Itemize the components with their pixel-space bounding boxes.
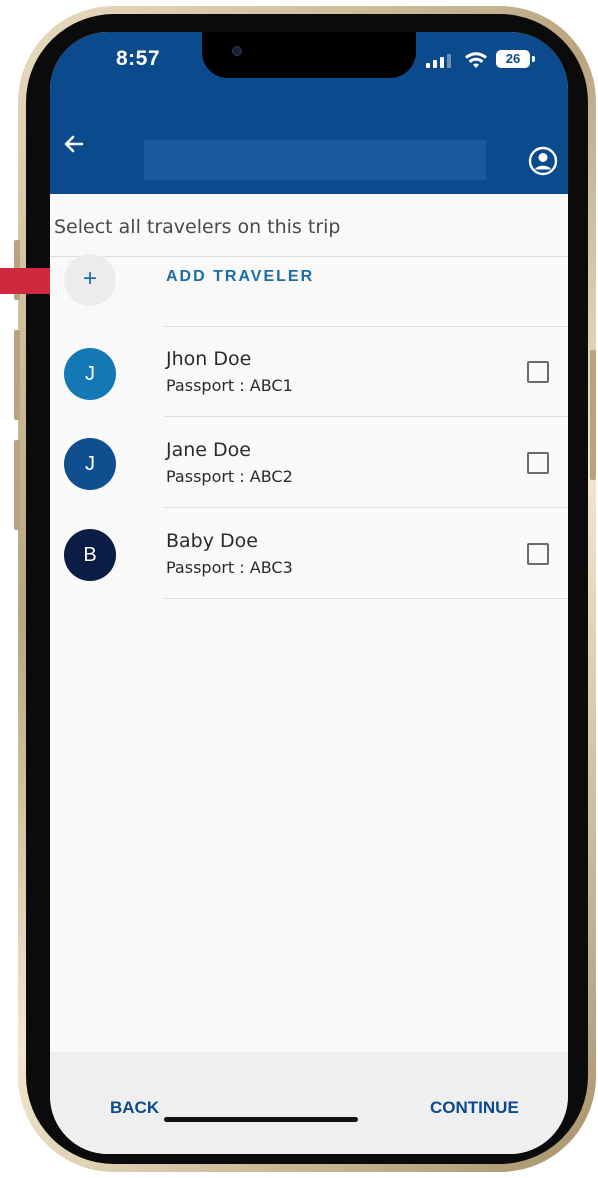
traveler-name: Baby Doe [166,530,258,552]
back-arrow-icon[interactable] [60,130,88,158]
instruction-text: Select all travelers on this trip [54,216,341,238]
divider [164,326,568,327]
traveler-passport: Passport : ABC2 [166,467,293,486]
status-time: 8:57 [116,47,161,70]
avatar: J [64,348,116,400]
traveler-name: Jane Doe [166,439,251,461]
divider [164,598,568,599]
bottom-action-bar: BACK CONTINUE [50,1052,568,1154]
continue-button[interactable]: CONTINUE [430,1098,519,1118]
status-bar: 8:57 26 [50,32,568,114]
traveler-checkbox[interactable] [527,543,549,565]
camera-icon [232,46,242,56]
wifi-icon [465,52,487,68]
cellular-signal-icon [426,54,456,68]
traveler-passport: Passport : ABC1 [166,376,293,395]
add-traveler-button[interactable]: ADD TRAVELER [166,268,314,286]
power-button [590,350,596,480]
divider [50,256,568,257]
avatar: J [64,438,116,490]
account-icon[interactable] [528,146,558,176]
app-bar-title [144,140,486,180]
app-bar [50,114,568,194]
volume-up-button [14,330,20,420]
divider [164,416,568,417]
divider [164,507,568,508]
traveler-name: Jhon Doe [166,348,252,370]
traveler-checkbox[interactable] [527,361,549,383]
traveler-passport: Passport : ABC3 [166,558,293,577]
avatar: B [64,529,116,581]
add-traveler-icon[interactable]: + [64,254,116,306]
app-screen: 8:57 26 Select all travelers on this tri… [50,32,568,1154]
home-indicator [164,1117,358,1122]
battery-indicator: 26 [496,50,535,68]
traveler-checkbox[interactable] [527,452,549,474]
volume-down-button [14,440,20,530]
camera-notch [202,32,416,78]
back-button[interactable]: BACK [110,1098,159,1118]
